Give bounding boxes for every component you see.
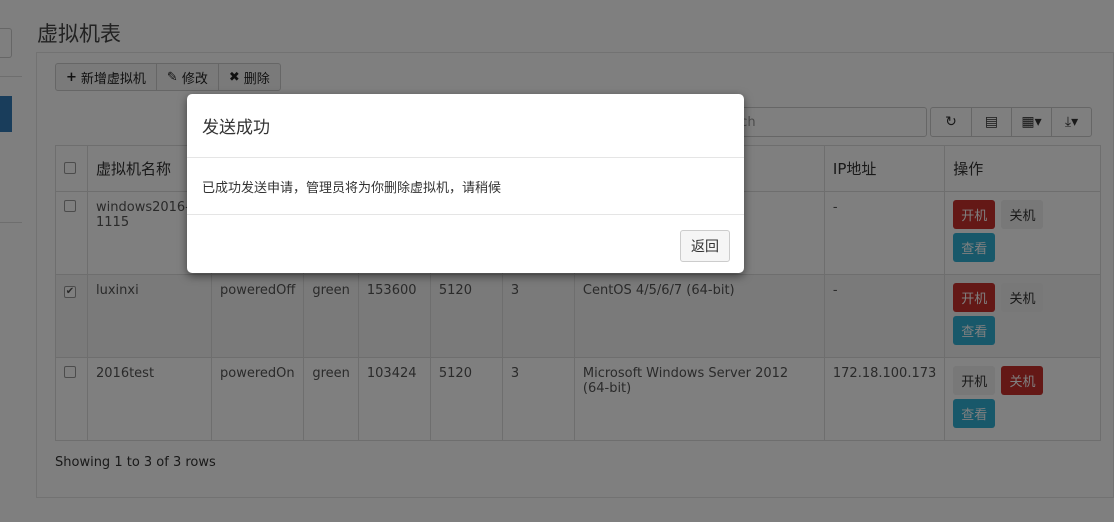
- back-button[interactable]: 返回: [680, 230, 730, 262]
- dialog-title: 发送成功: [187, 94, 744, 158]
- dialog-footer: 返回: [187, 215, 744, 272]
- dialog-message: 已成功发送申请，管理员将为你删除虚拟机，请稍候: [187, 158, 744, 215]
- success-dialog: 发送成功 已成功发送申请，管理员将为你删除虚拟机，请稍候 返回: [187, 94, 744, 273]
